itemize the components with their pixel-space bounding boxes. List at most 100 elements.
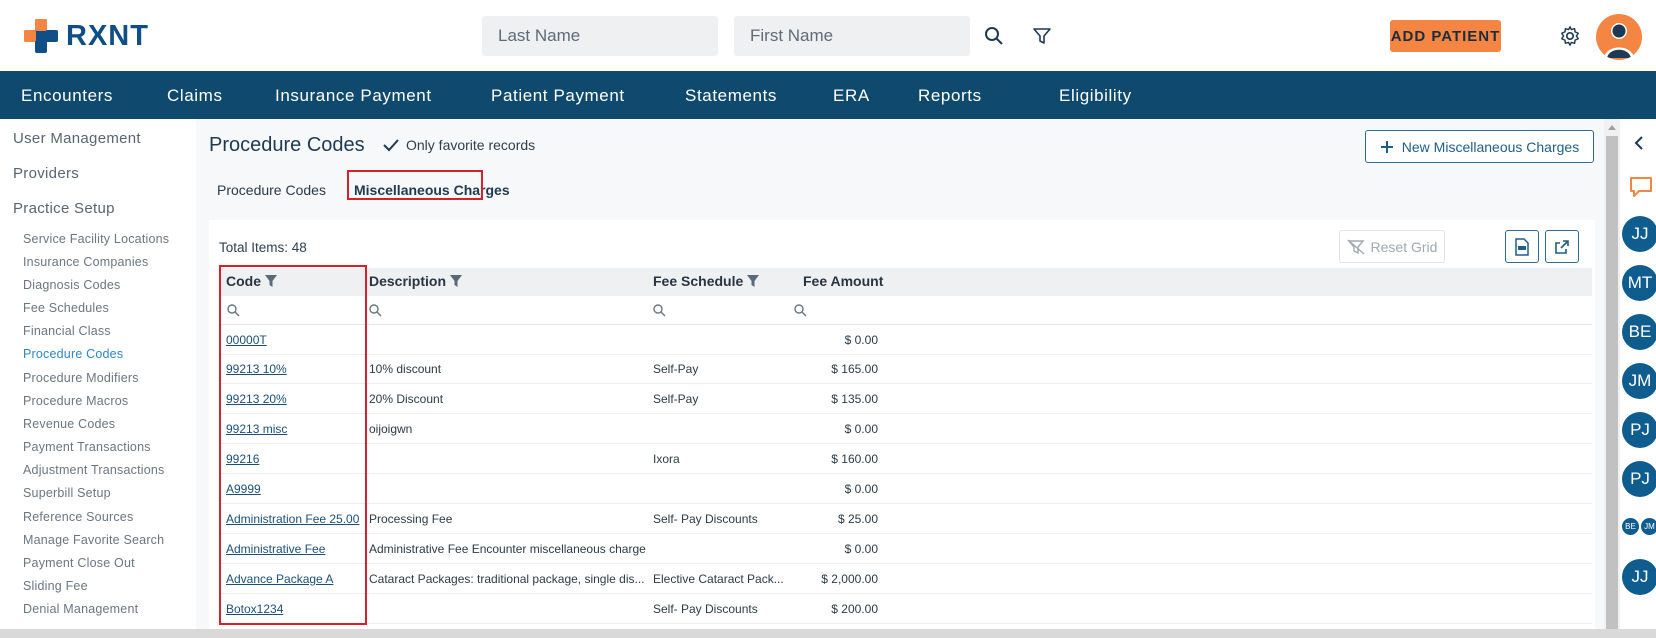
rail-avatar[interactable]: PJ xyxy=(1622,461,1656,497)
description-cell: Administrative Fee Encounter miscellaneo… xyxy=(369,542,646,556)
sidebar-item[interactable]: Adjustment Transactions xyxy=(23,463,164,477)
rail-avatar[interactable]: JM xyxy=(1622,363,1656,399)
last-name-input[interactable] xyxy=(482,16,718,56)
reset-grid-label: Reset Grid xyxy=(1370,238,1438,255)
sidebar-item[interactable]: Reference Sources xyxy=(23,510,133,524)
fee-amount-cell: $ 0.00 xyxy=(844,422,878,436)
table-row[interactable]: 99213 misc oijoigwn $ 0.00 xyxy=(219,415,1592,444)
table-row[interactable]: Administration Fee 25.00 Processing Fee … xyxy=(219,505,1592,534)
column-header-fee-schedule[interactable]: Fee Schedule xyxy=(653,273,760,289)
grid-filter-row xyxy=(219,296,1592,325)
fee-amount-cell: $ 25.00 xyxy=(837,512,878,526)
table-row[interactable]: Advance Package A Cataract Packages: tra… xyxy=(219,565,1592,594)
table-row[interactable]: 99213 10% 10% discount Self-Pay $ 165.00 xyxy=(219,355,1592,384)
checkmark-icon xyxy=(383,139,399,152)
tab-procedure-codes[interactable]: Procedure Codes xyxy=(217,182,326,198)
main-nav: Encounters Claims Insurance Payment Pati… xyxy=(0,71,1656,168)
sidebar-heading-user-management[interactable]: User Management xyxy=(13,130,141,147)
scroll-up-arrow-icon[interactable] xyxy=(1607,123,1617,131)
new-miscellaneous-charges-button[interactable]: New Miscellaneous Charges xyxy=(1365,130,1594,163)
table-row[interactable]: 99216 Ixora $ 160.00 xyxy=(219,445,1592,474)
sidebar-item[interactable]: Insurance Companies xyxy=(23,255,148,269)
fee-amount-cell: $ 0.00 xyxy=(844,333,878,347)
horizontal-scrollbar[interactable] xyxy=(0,629,1656,638)
sidebar-item[interactable]: Denial Management xyxy=(23,602,138,616)
table-row[interactable]: 00000T $ 0.00 xyxy=(219,326,1592,355)
export-pdf-button[interactable] xyxy=(1505,230,1539,263)
rail-avatar-small[interactable]: JM xyxy=(1641,518,1656,535)
rail-avatar[interactable]: BE xyxy=(1622,314,1656,350)
description-cell: Processing Fee xyxy=(369,512,453,526)
sidebar-item-procedure-codes[interactable]: Procedure Codes xyxy=(23,347,123,361)
pdf-icon xyxy=(1515,237,1529,256)
first-name-input[interactable] xyxy=(734,16,970,56)
rail-avatar[interactable]: JJ xyxy=(1622,559,1656,595)
column-header-fee-amount[interactable]: Fee Amount xyxy=(803,273,883,289)
column-header-description[interactable]: Description xyxy=(369,273,463,289)
rail-avatar[interactable]: PJ xyxy=(1622,412,1656,448)
fee-schedule-cell: Elective Cataract Pack... xyxy=(653,572,784,586)
search-icon[interactable] xyxy=(653,304,666,317)
column-filter-icon[interactable] xyxy=(449,274,463,288)
fee-schedule-cell: Self- Pay Discounts xyxy=(653,602,758,616)
chat-icon[interactable] xyxy=(1628,175,1654,199)
nav-reports[interactable]: Reports xyxy=(918,86,982,106)
sidebar-item[interactable]: Financial Class xyxy=(23,324,111,338)
scrollbar-thumb[interactable] xyxy=(1606,136,1618,629)
gear-icon[interactable] xyxy=(1556,22,1584,50)
sidebar-item[interactable]: Fee Schedules xyxy=(23,301,109,315)
nav-era[interactable]: ERA xyxy=(833,86,870,106)
nav-encounters[interactable]: Encounters xyxy=(21,86,113,106)
description-cell: 10% discount xyxy=(369,362,442,376)
column-label: Description xyxy=(369,273,447,289)
sidebar-item[interactable]: Procedure Modifiers xyxy=(23,371,139,385)
sidebar-item[interactable]: Diagnosis Codes xyxy=(23,278,121,292)
sidebar: User Management Providers Practice Setup… xyxy=(0,119,196,638)
top-header: RXNT ADD PATIENT xyxy=(0,0,1656,71)
favorite-records-toggle[interactable]: Only favorite records xyxy=(382,137,535,153)
user-avatar[interactable] xyxy=(1596,14,1642,60)
sidebar-item[interactable]: Revenue Codes xyxy=(23,417,115,431)
nav-eligibility[interactable]: Eligibility xyxy=(1059,86,1132,106)
reset-grid-button[interactable]: Reset Grid xyxy=(1339,230,1445,263)
sidebar-heading-practice-setup[interactable]: Practice Setup xyxy=(13,200,115,217)
table-row[interactable]: Botox1234 Self- Pay Discounts $ 200.00 xyxy=(219,595,1592,624)
new-miscellaneous-charges-label: New Miscellaneous Charges xyxy=(1401,138,1580,155)
column-label: Fee Schedule xyxy=(653,273,744,289)
nav-insurance-payment[interactable]: Insurance Payment xyxy=(275,86,432,106)
nav-claims[interactable]: Claims xyxy=(167,86,223,106)
add-patient-button[interactable]: ADD PATIENT xyxy=(1390,20,1501,52)
total-items-count: Total Items: 48 xyxy=(219,240,307,255)
logo-text: RXNT xyxy=(66,19,149,52)
nav-patient-payment[interactable]: Patient Payment xyxy=(491,86,625,106)
rail-avatar-small[interactable]: BE xyxy=(1622,518,1639,535)
filter-icon[interactable] xyxy=(1028,22,1056,50)
sidebar-item[interactable]: Payment Close Out xyxy=(23,556,135,570)
sidebar-item[interactable]: Procedure Macros xyxy=(23,394,128,408)
chevron-left-icon[interactable] xyxy=(1634,136,1644,150)
rail-avatar[interactable]: MT xyxy=(1622,265,1656,301)
fee-amount-cell: $ 0.00 xyxy=(844,542,878,556)
sidebar-heading-providers[interactable]: Providers xyxy=(13,165,79,182)
sidebar-item[interactable]: Payment Transactions xyxy=(23,440,151,454)
rail-avatar[interactable]: JJ xyxy=(1622,216,1656,252)
sidebar-item[interactable]: Service Facility Locations xyxy=(23,232,169,246)
table-row[interactable]: 99213 20% 20% Discount Self-Pay $ 135.00 xyxy=(219,385,1592,414)
rxnt-logo[interactable]: RXNT xyxy=(22,16,149,56)
table-row[interactable]: Administrative Fee Administrative Fee En… xyxy=(219,535,1592,564)
highlight-box-tab xyxy=(347,170,483,200)
export-button[interactable] xyxy=(1545,230,1579,263)
column-filter-icon[interactable] xyxy=(746,274,760,288)
sidebar-item[interactable]: Superbill Setup xyxy=(23,486,111,500)
nav-statements[interactable]: Statements xyxy=(685,86,777,106)
person-icon xyxy=(1604,23,1634,58)
sidebar-item[interactable]: Manage Favorite Search xyxy=(23,533,164,547)
table-row[interactable]: A9999 $ 0.00 xyxy=(219,475,1592,504)
fee-schedule-cell: Self- Pay Discounts xyxy=(653,512,758,526)
search-icon[interactable] xyxy=(794,304,807,317)
fee-amount-cell: $ 160.00 xyxy=(831,452,878,466)
sidebar-item[interactable]: Sliding Fee xyxy=(23,579,88,593)
export-icon xyxy=(1555,239,1569,254)
search-icon[interactable] xyxy=(980,22,1008,50)
search-icon[interactable] xyxy=(369,304,382,317)
